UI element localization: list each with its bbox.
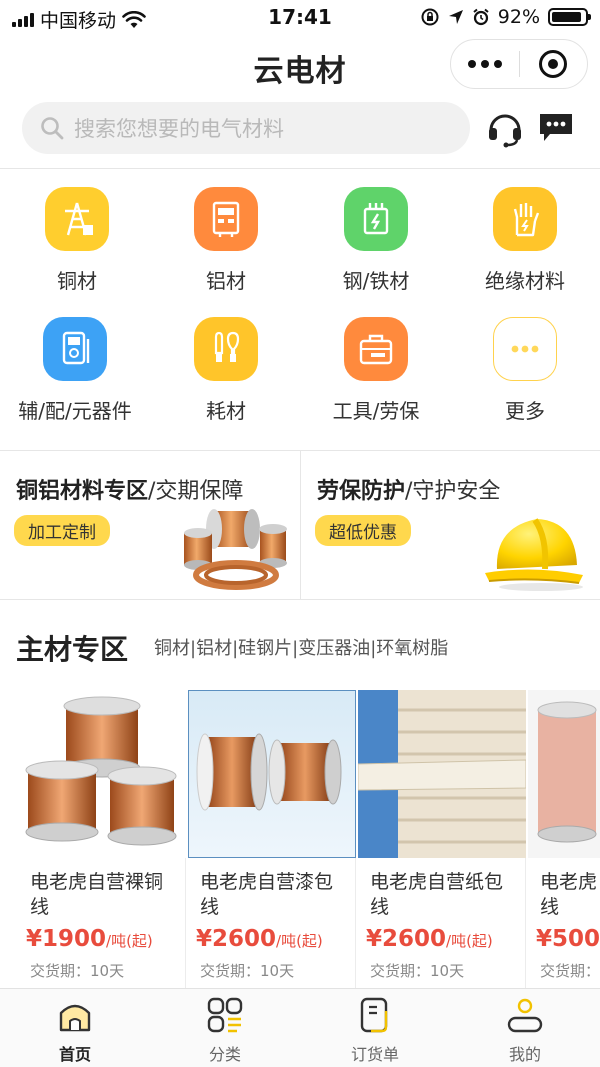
bulb-icon <box>194 317 258 381</box>
litz-wire-image <box>528 690 600 858</box>
tab-label: 首页 <box>58 1045 91 1064</box>
section-subtitle: 铜材|铝材|硅钢片|变压器油|环氧树脂 <box>154 638 449 659</box>
title-bar: 云电材 <box>0 36 600 94</box>
category-label: 绝缘材料 <box>485 269 565 293</box>
product-price: ¥5000 <box>536 926 600 952</box>
product-lead-time: 交货期：10天 <box>200 962 295 980</box>
product-card[interactable]: 电老虎自营漆包线 ¥2600/吨(起) 交货期：10天 <box>188 690 356 988</box>
tab-label: 订货单 <box>350 1045 399 1064</box>
tab-home[interactable]: 首页 <box>0 997 150 1065</box>
product-card[interactable]: 电老虎自营裸铜线 ¥1900/吨(起) 交货期：10天 <box>18 690 186 988</box>
category-tools-ppe[interactable]: 工具/劳保 <box>301 317 451 424</box>
status-bar: 中国移动 17:41 92% <box>0 0 600 36</box>
product-name: 电老虎自营裸铜线 <box>30 871 164 918</box>
order-icon <box>360 997 388 1033</box>
category-aluminum[interactable]: 铝材 <box>151 187 301 294</box>
category-label: 钢/铁材 <box>342 269 410 293</box>
search-input[interactable]: 搜索您想要的电气材料 <box>22 102 470 154</box>
more-icon <box>493 317 557 381</box>
product-price: ¥1900/吨(起) <box>26 926 153 952</box>
multimeter-icon <box>43 317 107 381</box>
product-price: ¥2600/吨(起) <box>196 926 323 952</box>
product-card[interactable]: 电老虎自营线 ¥5000 交货期： <box>528 690 600 988</box>
tab-label: 我的 <box>508 1045 541 1064</box>
tab-order[interactable]: 订货单 <box>300 997 450 1065</box>
bare-copper-wire-image <box>18 690 186 858</box>
product-name: 电老虎自营线 <box>540 871 600 918</box>
tab-category[interactable]: 分类 <box>150 997 300 1065</box>
category-insulation[interactable]: 绝缘材料 <box>450 187 600 294</box>
location-icon <box>448 10 463 24</box>
alarm-icon <box>473 8 489 26</box>
promo-tag: 超低优惠 <box>315 515 411 546</box>
safety-helmet-image <box>485 518 583 591</box>
category-label: 耗材 <box>206 399 246 423</box>
meter-icon <box>194 187 258 251</box>
transformer-icon <box>344 187 408 251</box>
customer-service-icon[interactable] <box>486 110 524 148</box>
copper-icon <box>45 187 109 251</box>
category-label: 工具/劳保 <box>332 399 420 423</box>
promo-title: 铜铝材料专区/交期保障 <box>16 479 244 504</box>
message-icon[interactable] <box>538 112 574 144</box>
insulating-glove-icon <box>493 187 557 251</box>
product-lead-time: 交货期：10天 <box>370 962 465 980</box>
category-consumables[interactable]: 耗材 <box>151 317 301 424</box>
promo-bottom-divider <box>0 599 600 600</box>
category-label: 铝材 <box>206 269 246 293</box>
category-steel-iron[interactable]: 钢/铁材 <box>301 187 451 294</box>
tab-profile[interactable]: 我的 <box>450 997 600 1065</box>
promo-safety[interactable]: 劳保防护/守护安全 超低优惠 <box>301 451 600 599</box>
profile-icon <box>507 998 543 1033</box>
search-icon <box>41 117 64 140</box>
enameled-wire-image <box>188 690 356 858</box>
category-label: 更多 <box>505 399 545 423</box>
product-lead-time: 交货期：10天 <box>30 962 125 980</box>
battery-icon <box>548 8 591 26</box>
product-name: 电老虎自营漆包线 <box>200 871 334 918</box>
more-options-button[interactable] <box>451 60 519 68</box>
orientation-lock-icon <box>421 8 439 26</box>
search-placeholder: 搜索您想要的电气材料 <box>74 117 284 141</box>
paper-covered-wire-image <box>358 690 526 858</box>
toolbox-icon <box>344 317 408 381</box>
section-title: 主材专区 <box>16 633 129 666</box>
battery-percent: 92% <box>497 6 540 28</box>
product-price: ¥2600/吨(起) <box>366 926 493 952</box>
category-label: 铜材 <box>57 269 97 293</box>
category-label: 辅/配/元器件 <box>18 399 132 423</box>
product-card[interactable]: 电老虎自营纸包线 ¥2600/吨(起) 交货期：10天 <box>358 690 526 988</box>
category-accessories[interactable]: 辅/配/元器件 <box>0 317 150 424</box>
category-icon <box>207 997 243 1033</box>
category-more[interactable]: 更多 <box>450 317 600 424</box>
promo-title: 劳保防护/守护安全 <box>317 479 501 504</box>
product-carousel[interactable]: 电老虎自营裸铜线 ¥1900/吨(起) 交货期：10天 电老虎自营漆包线 ¥26… <box>18 690 600 988</box>
promo-tag: 加工定制 <box>14 515 110 546</box>
bottom-tab-bar: 首页 分类 订货单 我的 <box>0 988 600 1067</box>
product-lead-time: 交货期： <box>540 962 600 980</box>
product-name: 电老虎自营纸包线 <box>370 871 504 918</box>
category-copper[interactable]: 铜材 <box>2 187 152 294</box>
tab-label: 分类 <box>208 1045 241 1064</box>
home-icon <box>59 1004 91 1032</box>
close-mini-program-button[interactable] <box>520 50 588 78</box>
copper-wire-spools-image <box>184 509 287 590</box>
mini-program-capsule <box>450 39 588 89</box>
promo-copper-aluminum[interactable]: 铜铝材料专区/交期保障 加工定制 <box>0 451 300 599</box>
header-divider <box>0 168 600 169</box>
